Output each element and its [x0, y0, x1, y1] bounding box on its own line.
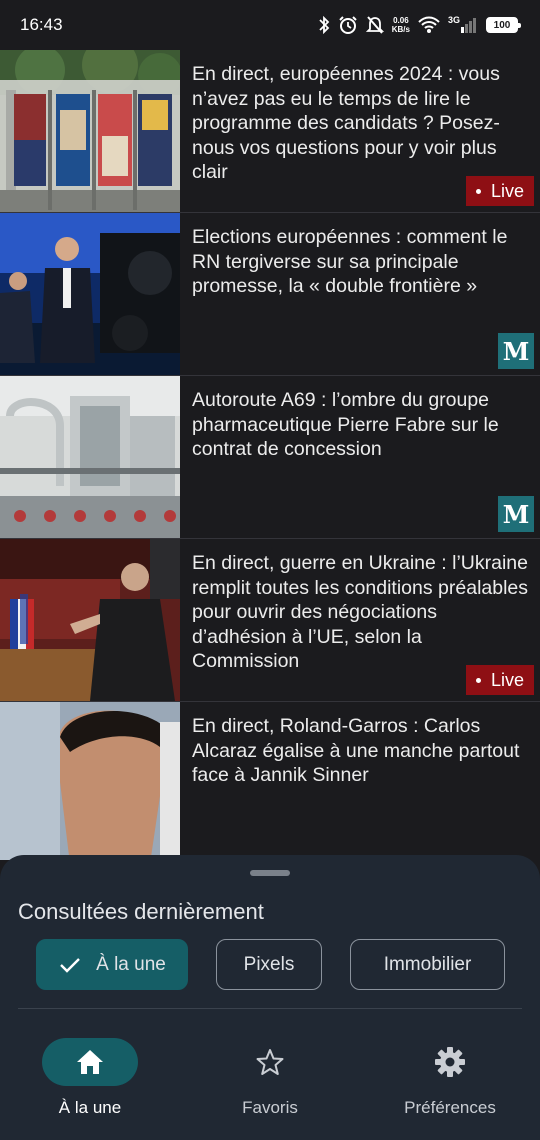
live-badge-label: Live: [490, 180, 524, 201]
sheet-drag-handle[interactable]: [250, 870, 290, 876]
network-speed: 0.06 KB/s: [392, 16, 410, 34]
nav-icon-container: [222, 1038, 318, 1086]
article-title: En direct, européennes 2024 : vous n’ave…: [192, 63, 500, 183]
check-icon: [60, 957, 80, 973]
article-thumbnail: [0, 702, 180, 860]
nav-label: Favoris: [242, 1098, 298, 1117]
nav-preferences[interactable]: Préférences: [370, 1038, 530, 1118]
article-item[interactable]: En direct, guerre en Ukraine : l’Ukraine…: [0, 539, 540, 702]
speed-value: 0.06: [393, 16, 409, 25]
live-badge: Live: [465, 665, 534, 695]
chip-label: À la une: [96, 953, 166, 975]
article-title: Autoroute A69 : l’ombre du groupe pharma…: [192, 389, 499, 460]
live-dot-icon: [475, 677, 481, 683]
nav-favoris[interactable]: Favoris: [190, 1038, 350, 1118]
article-thumbnail: [0, 50, 180, 212]
sheet-divider: [18, 1008, 522, 1009]
bell-off-icon: [365, 16, 384, 34]
chip-label: Immobilier: [383, 953, 472, 975]
nav-a-la-une[interactable]: À la une: [10, 1038, 170, 1118]
recent-chips: À la une Pixels Immobilier: [36, 939, 505, 990]
lemonde-logo-badge: M: [498, 496, 534, 532]
bluetooth-icon: [319, 16, 330, 34]
status-bar: 16:43 0.06 KB/s 3G 100: [0, 0, 540, 50]
signal-icon: [461, 18, 476, 33]
article-item[interactable]: En direct, européennes 2024 : vous n’ave…: [0, 50, 540, 213]
article-item[interactable]: Autoroute A69 : l’ombre du groupe pharma…: [0, 376, 540, 539]
article-feed[interactable]: En direct, européennes 2024 : vous n’ave…: [0, 50, 540, 860]
article-title: En direct, guerre en Ukraine : l’Ukraine…: [192, 552, 529, 672]
status-icons: 0.06 KB/s 3G 100: [318, 15, 521, 35]
live-badge-label: Live: [490, 669, 524, 690]
home-icon: [77, 1050, 103, 1074]
article-thumbnail: [0, 213, 180, 375]
chip-label: Pixels: [243, 953, 295, 975]
gear-icon: [435, 1047, 465, 1077]
chip-pixels[interactable]: Pixels: [216, 939, 322, 990]
status-time: 16:43: [20, 15, 63, 34]
chip-immobilier[interactable]: Immobilier: [350, 939, 505, 990]
network-type: 3G: [447, 15, 460, 25]
article-thumbnail: [0, 539, 180, 701]
live-badge: Live: [465, 176, 534, 206]
alarm-icon: [339, 16, 357, 34]
speed-unit: KB/s: [391, 25, 410, 34]
article-title: En direct, Roland-Garros : Carlos Alcara…: [192, 715, 520, 786]
bottom-navigation: À la une Favoris Préférences: [0, 1020, 540, 1140]
recently-viewed-title: Consultées dernièrement: [18, 899, 264, 924]
article-thumbnail: [0, 376, 180, 538]
wifi-icon: [418, 16, 440, 33]
article-item[interactable]: Elections européennes : comment le RN te…: [0, 213, 540, 376]
live-dot-icon: [475, 188, 481, 194]
nav-label: À la une: [58, 1098, 122, 1117]
recently-viewed-sheet: Consultées dernièrement À la une Pixels …: [0, 855, 540, 1020]
nav-icon-container: [42, 1038, 138, 1086]
chip-a-la-une[interactable]: À la une: [36, 939, 188, 990]
nav-label: Préférences: [404, 1098, 496, 1117]
lemonde-logo-badge: M: [498, 333, 534, 369]
battery-indicator: 100: [486, 17, 521, 33]
article-title: Elections européennes : comment le RN te…: [192, 226, 508, 297]
article-item[interactable]: En direct, Roland-Garros : Carlos Alcara…: [0, 702, 540, 860]
nav-icon-container: [402, 1038, 498, 1086]
star-icon: [256, 1049, 284, 1075]
